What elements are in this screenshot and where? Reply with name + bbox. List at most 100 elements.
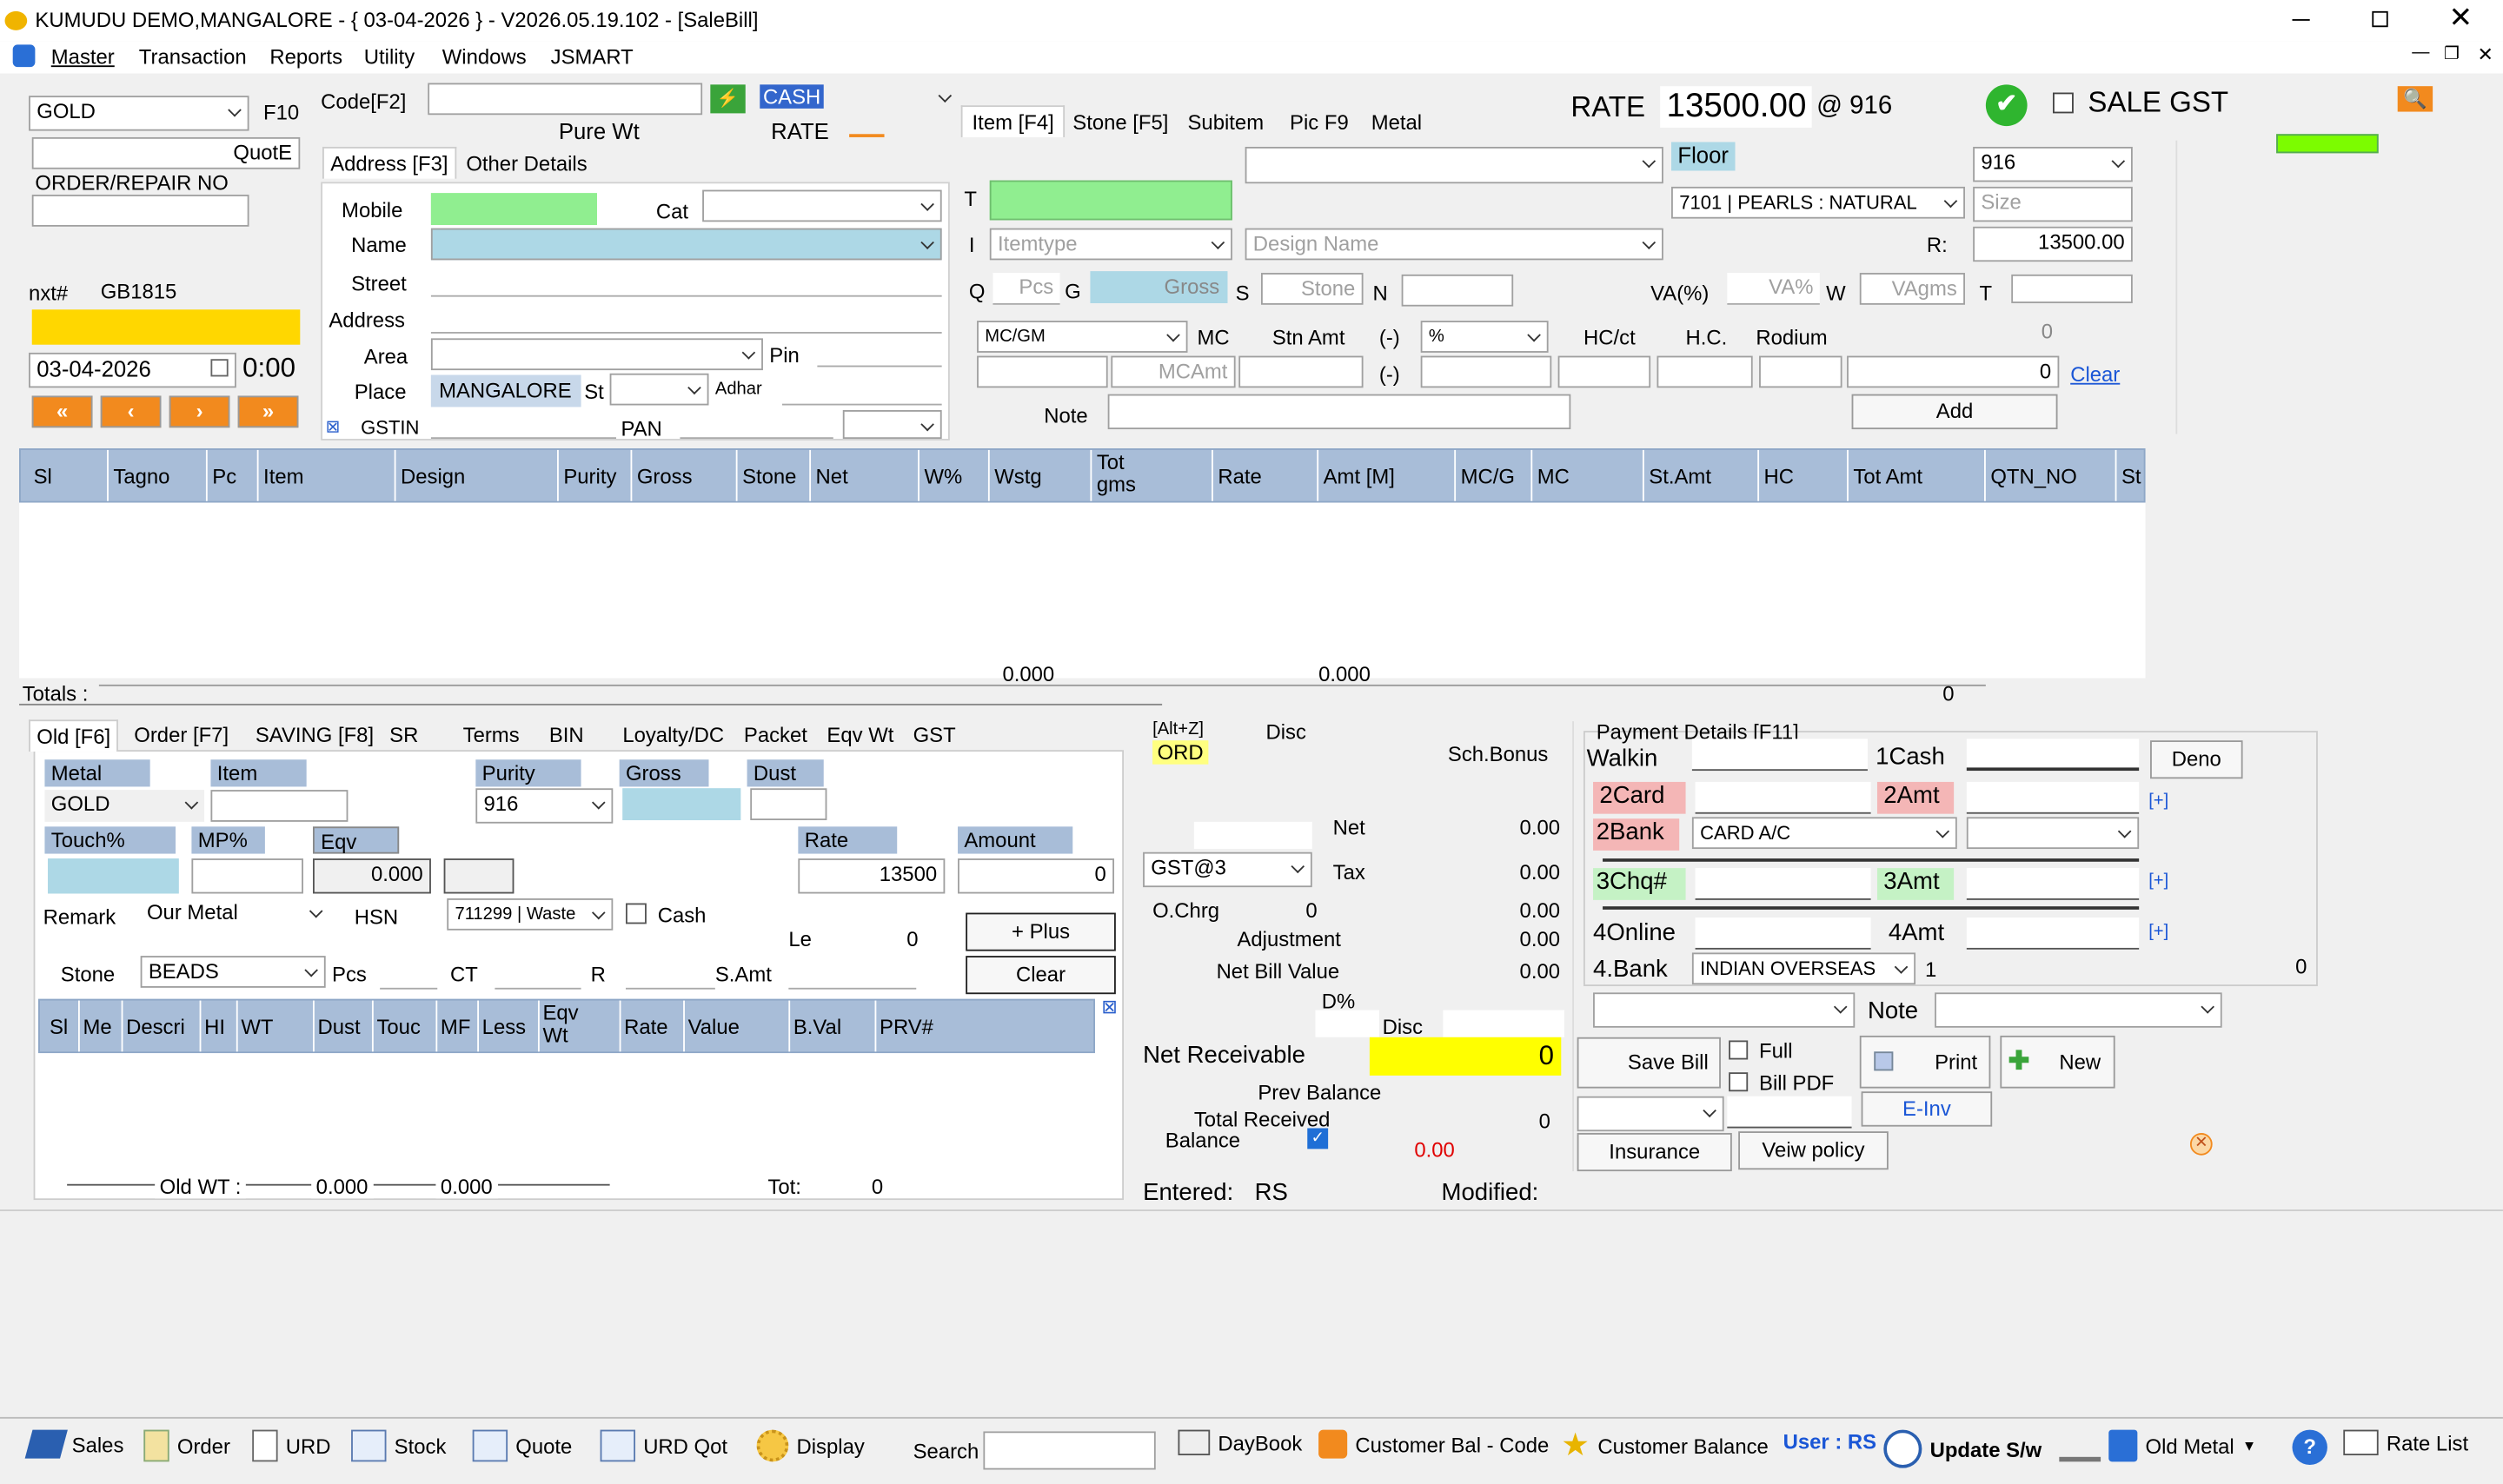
menu-utility[interactable]: Utility <box>364 44 415 69</box>
old-item-field[interactable] <box>210 790 349 822</box>
adhar-field[interactable] <box>781 373 942 406</box>
disc-amt-field[interactable] <box>1443 1010 1564 1037</box>
grid-col-tot-gms[interactable]: Tot gms <box>1097 451 1160 496</box>
grid-col-st-amt[interactable]: St.Amt <box>1649 464 1711 488</box>
hc-ct-field[interactable] <box>1557 355 1651 388</box>
gstin-mail-icon[interactable]: ⊠ <box>326 416 341 437</box>
lightning-icon[interactable]: ⚡ <box>710 84 746 114</box>
mc-amt-field[interactable]: MCAmt <box>1111 355 1236 388</box>
toolbar-old-metal[interactable]: Old Metal ▼ <box>2059 1429 2256 1462</box>
hsn-select[interactable]: 711299 | Waste <box>447 898 614 931</box>
grid-col-st[interactable]: St <box>2121 464 2141 488</box>
add-button[interactable]: Add <box>1851 394 2058 430</box>
old-grid-col-mf[interactable]: MF <box>441 1015 470 1039</box>
grid-col-mc[interactable]: MC <box>1537 464 1570 488</box>
toolbar-urd[interactable]: URD <box>252 1429 331 1462</box>
grid-col-gross[interactable]: Gross <box>637 464 693 488</box>
old-grid-col-rate[interactable]: Rate <box>624 1015 667 1039</box>
close-icon[interactable]: ✕ <box>2448 2 2473 36</box>
menu-windows[interactable]: Windows <box>442 44 527 69</box>
payment-mode-select[interactable]: CASH <box>753 83 959 116</box>
old-grid-col-prv[interactable]: PRV# <box>880 1015 933 1039</box>
order-repair-field[interactable] <box>31 195 249 227</box>
old-tab-bin[interactable]: BIN <box>542 719 589 750</box>
old-pcs-field[interactable] <box>380 957 438 990</box>
old-metal-select[interactable]: GOLD <box>44 790 205 822</box>
mdi-close-icon[interactable]: ✕ <box>2478 43 2493 66</box>
item-grid-body[interactable] <box>19 502 2146 679</box>
stone-field[interactable]: Stone <box>1260 273 1364 305</box>
bank4-select[interactable]: INDIAN OVERSEAS <box>1691 952 1916 985</box>
tab-subitem[interactable]: Subitem <box>1181 107 1270 137</box>
mdi-restore-icon[interactable]: ❐ <box>2444 43 2460 63</box>
va-field[interactable]: VA% <box>1727 273 1820 305</box>
gstin-field[interactable] <box>430 410 616 440</box>
menu-transaction[interactable]: Transaction <box>139 44 247 69</box>
chq-plus-link[interactable]: [+] <box>2148 871 2168 891</box>
cash1-field[interactable] <box>1966 739 2140 772</box>
mc-pct-select[interactable]: % <box>1420 321 1549 353</box>
remark-select[interactable]: Our Metal <box>140 898 329 931</box>
online-plus-link[interactable]: [+] <box>2148 923 2168 942</box>
old-tab-old-f6[interactable]: Old [F6] <box>29 719 119 752</box>
nav-next-button[interactable]: › <box>169 395 230 428</box>
pin-field[interactable] <box>817 335 942 368</box>
old-tab-terms[interactable]: Terms <box>456 719 526 750</box>
old-grid-col-descri[interactable]: Descri <box>126 1015 185 1039</box>
stone-select[interactable]: BEADS <box>140 956 326 988</box>
item-top-select[interactable] <box>1245 146 1663 184</box>
grid-col-pc[interactable]: Pc <box>212 464 236 488</box>
clear-link[interactable]: Clear <box>2070 362 2120 387</box>
bill-date-field[interactable]: 03-04-2026 <box>29 352 236 388</box>
toolbar-help[interactable]: ? <box>2292 1429 2327 1465</box>
grid-col-stone[interactable]: Stone <box>742 464 796 488</box>
deno-button[interactable]: Deno <box>2150 740 2243 779</box>
category-select[interactable] <box>702 189 942 222</box>
save-bill-button[interactable]: Save Bill <box>1577 1037 1721 1089</box>
old-grid-col-wt[interactable]: WT <box>241 1015 273 1039</box>
name-field[interactable] <box>430 228 942 261</box>
itemtype-select[interactable]: Itemtype <box>989 228 1232 261</box>
grid-col-wstg[interactable]: Wstg <box>994 464 1041 488</box>
bill-pdf-checkbox[interactable] <box>1729 1072 1749 1092</box>
note-type-select[interactable] <box>1593 992 1856 1028</box>
nav-prev-button[interactable]: ‹ <box>100 395 162 428</box>
grid-col-amt-m[interactable]: Amt [M] <box>1324 464 1395 488</box>
hc-field[interactable] <box>1656 355 1753 388</box>
gst-select[interactable]: GST@3 <box>1143 851 1312 888</box>
dpct-field[interactable] <box>1315 1010 1379 1037</box>
grid-col-purity[interactable]: Purity <box>563 464 616 488</box>
old-dust-field[interactable] <box>750 788 827 821</box>
old-purity-select[interactable]: 916 <box>475 788 614 824</box>
disc-field[interactable] <box>1193 821 1312 850</box>
einv-button[interactable]: E-Inv <box>1861 1091 1993 1127</box>
toolbar-search-input[interactable] <box>983 1431 1156 1470</box>
less-field[interactable] <box>1420 355 1552 388</box>
grid-col-rate[interactable]: Rate <box>1218 464 1261 488</box>
search-rate-icon[interactable]: 🔍 <box>2397 86 2433 112</box>
plus-button[interactable]: + Plus <box>966 912 1116 951</box>
old-grid-col-dust[interactable]: Dust <box>318 1015 361 1039</box>
old-grid-col-b-val[interactable]: B.Val <box>793 1015 841 1039</box>
code-field[interactable] <box>428 83 703 116</box>
online4-field[interactable] <box>1695 918 1871 950</box>
toolbar-update[interactable]: Update S/w <box>1883 1429 2042 1468</box>
grid-col-net[interactable]: Net <box>816 464 848 488</box>
area-select[interactable] <box>430 338 763 371</box>
full-checkbox[interactable] <box>1729 1040 1749 1060</box>
walkin-field[interactable] <box>1691 739 1868 772</box>
old-grid-col-eqv-wt[interactable]: Eqv Wt <box>542 1001 590 1046</box>
tab-pic[interactable]: Pic F9 <box>1284 107 1355 137</box>
grid-col-design[interactable]: Design <box>401 464 465 488</box>
toolbar-quote[interactable]: Quote <box>472 1429 572 1462</box>
card-plus-link[interactable]: [+] <box>2148 792 2168 811</box>
mobile-field[interactable] <box>430 193 597 225</box>
old-grid-body[interactable] <box>38 1053 1095 1175</box>
old-tab-eqv-wt[interactable]: Eqv Wt <box>820 719 900 750</box>
einv-field[interactable] <box>1727 1096 1852 1129</box>
old-grid-col-value[interactable]: Value <box>688 1015 740 1039</box>
touch-field[interactable] <box>2011 274 2133 303</box>
grid-col-sl[interactable]: Sl <box>34 464 52 488</box>
chq3-field[interactable] <box>1695 868 1871 900</box>
old-grid-col-me[interactable]: Me <box>83 1015 112 1039</box>
